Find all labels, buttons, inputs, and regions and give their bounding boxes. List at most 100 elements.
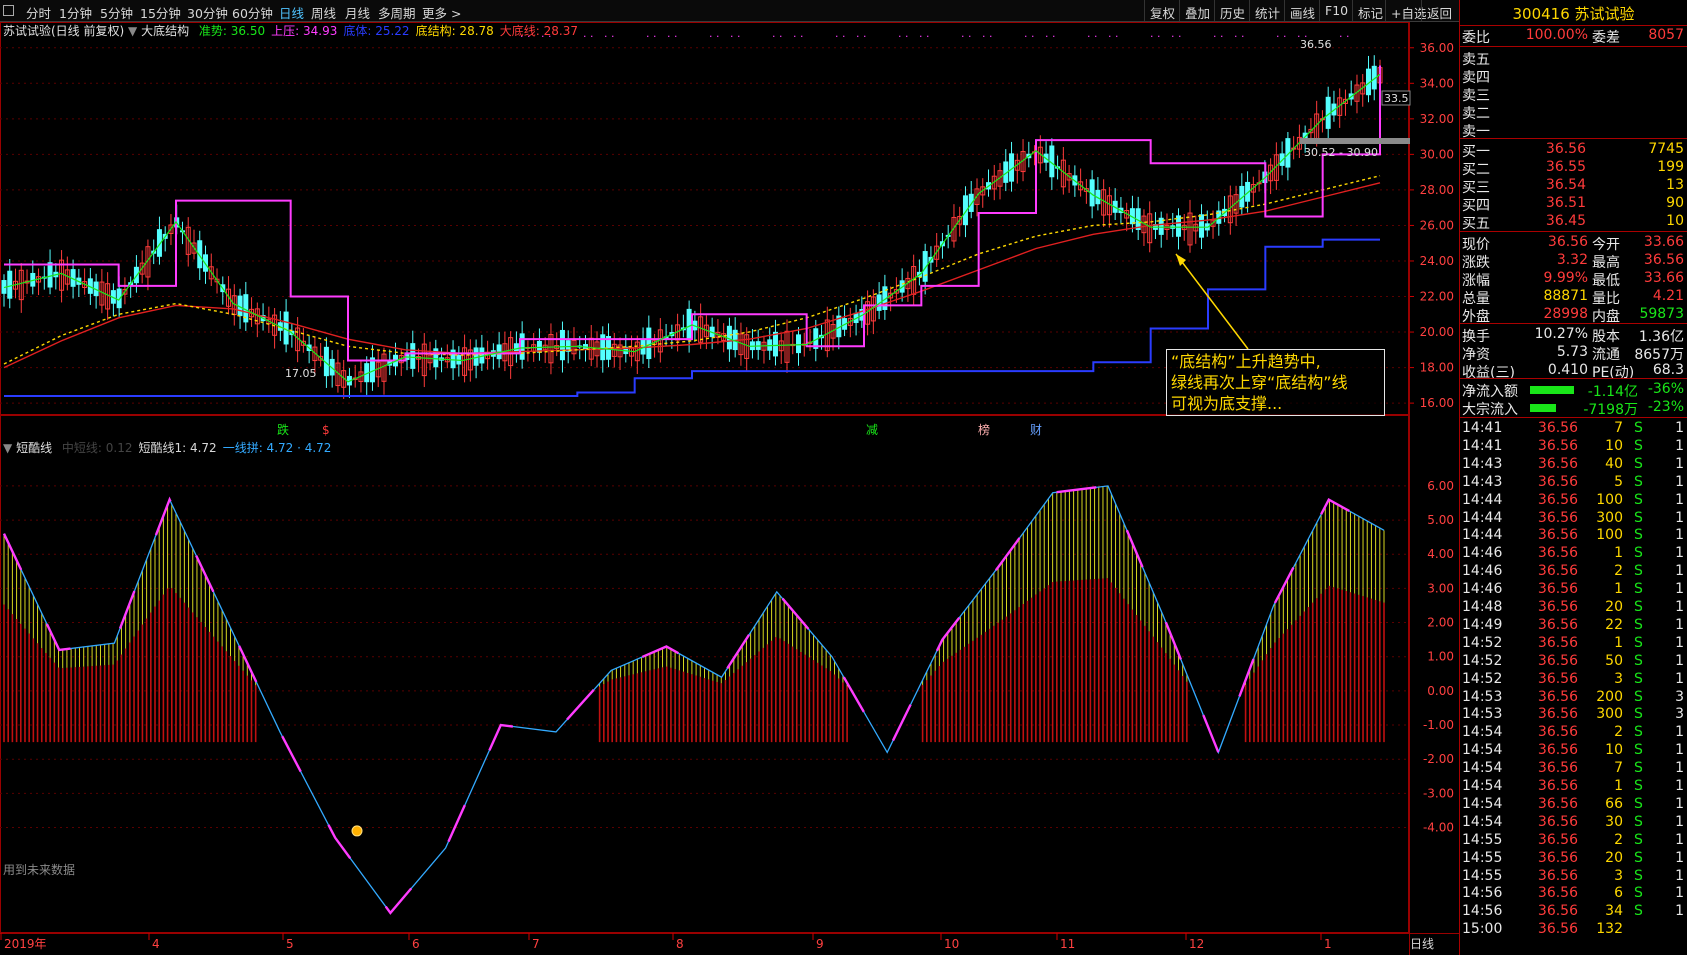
period-tab-5min[interactable]: 5分钟 bbox=[100, 3, 133, 22]
fund-value: 5.73 bbox=[1556, 344, 1588, 360]
period-tab-30min[interactable]: 30分钟 bbox=[187, 3, 228, 22]
tick-price: 36.56 bbox=[1537, 616, 1578, 633]
x-axis-label: 2019年 bbox=[4, 937, 47, 951]
sub-indicator-toggle-icon[interactable]: ▼ bbox=[3, 441, 12, 455]
back-button[interactable]: 返回 bbox=[1421, 0, 1457, 21]
tick-volume: 1 bbox=[1614, 545, 1623, 562]
tick-side: S bbox=[1634, 670, 1643, 687]
tick-price: 36.56 bbox=[1537, 581, 1578, 598]
period-tab-monthly[interactable]: 月线 bbox=[345, 3, 370, 22]
tick-time: 14:55 bbox=[1462, 867, 1503, 884]
tick-volume: 7 bbox=[1614, 760, 1623, 777]
trade-tick-row: 14:54 36.56 2 S 1 bbox=[1460, 724, 1687, 742]
f10-button[interactable]: F10 bbox=[1319, 0, 1353, 21]
main-indicator-name[interactable]: 大底结构 bbox=[141, 24, 189, 38]
trade-tick-row: 14:53 36.56 300 S 3 bbox=[1460, 706, 1687, 724]
trade-tick-row: 14:41 36.56 10 S 1 bbox=[1460, 438, 1687, 456]
period-tag[interactable]: 日线 bbox=[1410, 935, 1434, 952]
tick-side: S bbox=[1634, 742, 1643, 759]
period-tab-daily[interactable]: 日线 bbox=[279, 3, 304, 22]
chart-area[interactable]: 36.00 34.00 32.00 30.00 28.00 26.00 24.00 22.00… bbox=[0, 22, 1459, 955]
tick-volume: 1 bbox=[1614, 581, 1623, 598]
tick-time: 14:54 bbox=[1462, 813, 1503, 830]
x-axis-label: 9 bbox=[816, 937, 824, 951]
chart-canvas[interactable]: 36.00 34.00 32.00 30.00 28.00 26.00 24.00 22.00… bbox=[0, 22, 1459, 955]
tick-price: 36.56 bbox=[1537, 491, 1578, 508]
period-tab-more[interactable]: 更多 > bbox=[422, 3, 461, 22]
tick-time: 14:44 bbox=[1462, 509, 1503, 526]
tick-price: 36.56 bbox=[1537, 724, 1578, 741]
tick-count: 1 bbox=[1675, 473, 1684, 490]
osc-tick-label: 1.00 bbox=[1427, 650, 1454, 664]
tick-price: 36.56 bbox=[1537, 921, 1578, 938]
buy-level-label: 买四 bbox=[1462, 198, 1490, 214]
overlay-button[interactable]: 叠加 bbox=[1179, 0, 1215, 21]
tick-volume: 300 bbox=[1596, 706, 1623, 723]
event-marker: 榜 bbox=[978, 422, 990, 437]
tick-price: 36.56 bbox=[1537, 634, 1578, 651]
buy-volume: 7745 bbox=[1648, 141, 1684, 157]
tick-time: 14:46 bbox=[1462, 563, 1503, 580]
tick-count: 1 bbox=[1675, 616, 1684, 633]
period-tab-15min[interactable]: 15分钟 bbox=[140, 3, 181, 22]
tick-price: 36.56 bbox=[1537, 778, 1578, 794]
trade-tick-row: 14:48 36.56 20 S 1 bbox=[1460, 599, 1687, 617]
adjust-button[interactable]: 复权 bbox=[1144, 0, 1180, 21]
trade-tick-row: 14:54 36.56 10 S 1 bbox=[1460, 742, 1687, 760]
quote-label: 涨跌 bbox=[1462, 255, 1490, 271]
tick-count: 1 bbox=[1675, 724, 1684, 741]
tick-time: 14:54 bbox=[1462, 795, 1503, 812]
annotation-box: “底结构”上升趋势中, 绿线再次上穿“底结构”线 可视为底支撑... bbox=[1166, 349, 1385, 416]
tick-price: 36.56 bbox=[1537, 706, 1578, 723]
period-tab-timeshare[interactable]: 分时 bbox=[26, 3, 51, 22]
period-tab-60min[interactable]: 60分钟 bbox=[232, 3, 273, 22]
tick-side: S bbox=[1634, 437, 1643, 454]
tick-time: 14:54 bbox=[1462, 742, 1503, 759]
flow-pct: -23% bbox=[1647, 399, 1684, 415]
tick-volume: 22 bbox=[1605, 616, 1623, 633]
tick-price: 36.56 bbox=[1537, 563, 1578, 580]
tick-price: 36.56 bbox=[1537, 867, 1578, 884]
tick-time: 14:44 bbox=[1462, 527, 1503, 544]
tick-price: 36.56 bbox=[1537, 885, 1578, 902]
buy-level-row: 买四 36.51 90 bbox=[1460, 195, 1687, 214]
trade-tick-row: 14:41 36.56 7 S 1 bbox=[1460, 420, 1687, 438]
sell-level-label: 卖四 bbox=[1462, 70, 1490, 86]
draw-button[interactable]: 画线 bbox=[1284, 0, 1320, 21]
indicator-toggle-icon[interactable]: ▼ bbox=[128, 24, 137, 38]
fund-value: 0.410 bbox=[1547, 362, 1588, 378]
tick-time: 14:52 bbox=[1462, 634, 1503, 651]
history-button[interactable]: 历史 bbox=[1214, 0, 1250, 21]
tick-time: 14:43 bbox=[1462, 455, 1503, 472]
tick-count: 1 bbox=[1675, 527, 1684, 544]
stock-title[interactable]: 300416 苏试试验 bbox=[1460, 0, 1687, 26]
mark-button[interactable]: 标记 bbox=[1352, 0, 1388, 21]
tick-side: S bbox=[1634, 903, 1643, 920]
tick-time: 14:54 bbox=[1462, 778, 1503, 794]
quote-panel: 300416 苏试试验 委比 100.00% 委差 8057 卖五 卖四 卖三 卖二卖… bbox=[1459, 0, 1687, 955]
candle-body bbox=[473, 347, 479, 366]
stock-label: 苏试试验(日线 前复权) bbox=[3, 24, 125, 38]
tick-side: S bbox=[1634, 795, 1643, 812]
window-menu-icon[interactable] bbox=[3, 5, 14, 16]
price-tick-label: 20.00 bbox=[1420, 325, 1454, 339]
period-tab-1min[interactable]: 1分钟 bbox=[59, 3, 92, 22]
sub-indicator-name[interactable]: 短酷线 bbox=[16, 441, 52, 455]
fund-label: 股本 bbox=[1592, 329, 1620, 345]
signal-dot: · · bbox=[709, 30, 720, 43]
quote-value: 28998 bbox=[1543, 306, 1588, 322]
tick-volume: 2 bbox=[1614, 831, 1623, 848]
quote-row: 总量 88871 量比 4.21 bbox=[1460, 288, 1687, 307]
period-tab-multi[interactable]: 多周期 bbox=[378, 3, 416, 22]
tick-volume: 132 bbox=[1596, 921, 1623, 938]
signal-dot: · · bbox=[1297, 30, 1308, 43]
buy-level-row: 买三 36.54 13 bbox=[1460, 177, 1687, 196]
tick-time: 14:46 bbox=[1462, 581, 1503, 598]
stats-button[interactable]: 统计 bbox=[1249, 0, 1285, 21]
tick-time: 14:48 bbox=[1462, 599, 1503, 615]
period-tab-weekly[interactable]: 周线 bbox=[311, 3, 336, 22]
buy-level-row: 买五 36.45 10 bbox=[1460, 213, 1687, 232]
signal-dot: · · bbox=[583, 30, 594, 43]
tick-side: S bbox=[1634, 581, 1643, 598]
quote-row: 外盘 28998 内盘 59873 bbox=[1460, 306, 1687, 325]
